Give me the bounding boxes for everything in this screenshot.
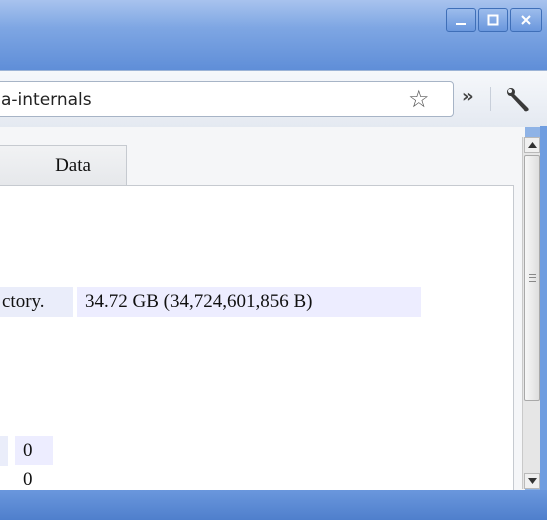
wrench-icon[interactable]	[504, 85, 534, 113]
page-content: Data ctory. 34.72 GB (34,724,601,856 B) …	[0, 127, 525, 495]
window-right-border	[540, 126, 547, 490]
address-bar[interactable]: a-internals ☆	[0, 81, 454, 117]
window-controls	[446, 8, 542, 32]
scroll-up-button[interactable]	[524, 137, 540, 153]
scroll-thumb[interactable]	[524, 155, 540, 401]
window-bottom-border	[0, 490, 547, 520]
triangle-up-icon	[527, 142, 537, 148]
close-button[interactable]	[510, 8, 542, 32]
toolbar-separator	[490, 87, 491, 111]
address-bar-text[interactable]: a-internals	[1, 90, 92, 110]
vertical-scrollbar[interactable]	[522, 137, 541, 489]
maximize-button[interactable]	[478, 8, 508, 32]
data-panel: ctory. 34.72 GB (34,724,601,856 B) 0 0	[0, 185, 514, 495]
close-icon	[521, 15, 531, 25]
chevron-double-right-icon[interactable]: »	[462, 86, 474, 107]
triangle-down-icon	[527, 478, 537, 484]
window-titlebar	[0, 0, 547, 70]
minimize-icon	[456, 23, 466, 25]
scroll-down-button[interactable]	[524, 473, 540, 489]
tab-data[interactable]: Data	[0, 145, 127, 185]
row-label-fragment: ctory.	[0, 287, 73, 317]
minimize-button[interactable]	[446, 8, 476, 32]
table-cell-left	[0, 436, 8, 466]
table-cell-value: 0	[15, 436, 53, 466]
storage-size-value: 34.72 GB (34,724,601,856 B)	[77, 287, 421, 317]
maximize-icon	[487, 14, 499, 26]
star-icon[interactable]: ☆	[408, 86, 430, 112]
grip-icon	[529, 274, 536, 282]
browser-toolbar: a-internals ☆ »	[0, 70, 547, 127]
